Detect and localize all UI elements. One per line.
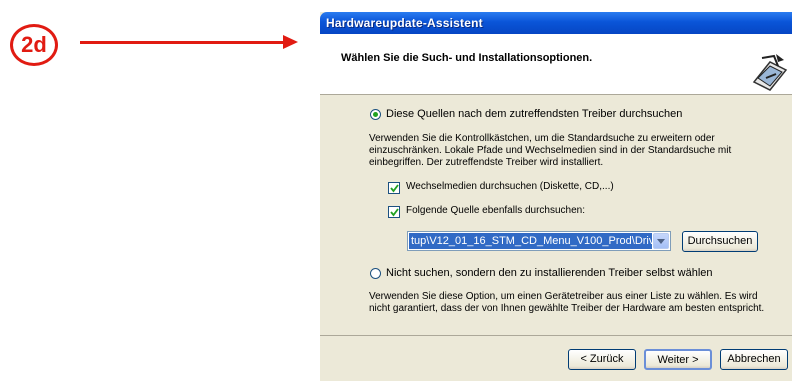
- step-badge: 2d: [10, 24, 58, 66]
- back-button[interactable]: < Zurück: [568, 349, 636, 370]
- include-location-checkbox[interactable]: [388, 206, 400, 218]
- manual-option-label[interactable]: Nicht suchen, sondern den zu installiere…: [386, 267, 713, 279]
- search-option-description: Verwenden Sie die Kontrollkästchen, um d…: [369, 133, 732, 168]
- cancel-button[interactable]: Abbrechen: [720, 349, 788, 370]
- options-panel: Diese Quellen nach dem zutreffendsten Tr…: [320, 95, 792, 335]
- wizard-window: Hardwareupdate-Assistent Wählen Sie die …: [320, 12, 792, 381]
- pointer-arrow-line: [80, 41, 285, 44]
- chevron-down-icon[interactable]: [653, 233, 669, 249]
- include-location-label[interactable]: Folgende Quelle ebenfalls durchsuchen:: [406, 205, 585, 216]
- search-option-label[interactable]: Diese Quellen nach dem zutreffendsten Tr…: [386, 108, 682, 120]
- hardware-wizard-icon: [748, 48, 792, 92]
- search-path-value[interactable]: tup\V12_01_16_STM_CD_Menu_V100_Prod\Driv…: [409, 233, 652, 249]
- removable-media-checkbox[interactable]: [388, 182, 400, 194]
- header-title: Wählen Sie die Such- und Installationsop…: [341, 52, 593, 64]
- wizard-footer: < Zurück Weiter > Abbrechen: [320, 335, 792, 382]
- next-button[interactable]: Weiter >: [644, 349, 712, 370]
- search-option-radio[interactable]: [370, 109, 381, 120]
- search-path-combobox[interactable]: tup\V12_01_16_STM_CD_Menu_V100_Prod\Driv…: [407, 231, 671, 251]
- removable-media-label[interactable]: Wechselmedien durchsuchen (Diskette, CD,…: [406, 181, 614, 192]
- browse-button[interactable]: Durchsuchen: [682, 231, 758, 252]
- manual-option-description: Verwenden Sie diese Option, um einen Ger…: [369, 291, 765, 314]
- window-title: Hardwareupdate-Assistent: [326, 16, 483, 30]
- window-titlebar[interactable]: Hardwareupdate-Assistent: [320, 12, 792, 34]
- wizard-header: Wählen Sie die Such- und Installationsop…: [320, 34, 792, 95]
- manual-option-radio[interactable]: [370, 268, 381, 279]
- pointer-arrow-head: [283, 35, 298, 49]
